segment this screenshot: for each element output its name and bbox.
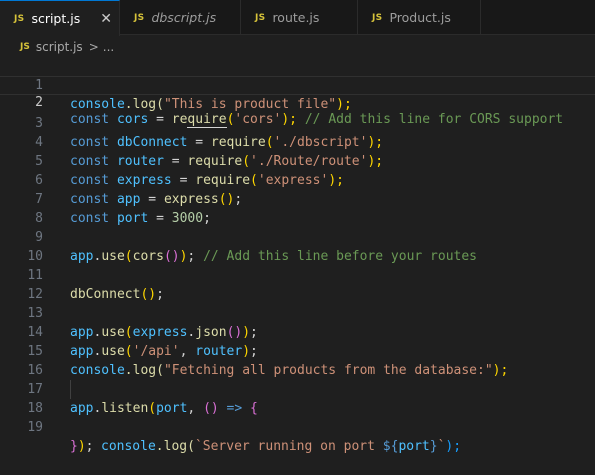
- tab-dbscript-js[interactable]: JS dbscript.js: [120, 0, 241, 35]
- tab-route-js[interactable]: JS route.js: [241, 0, 358, 35]
- code-line: 17 app.listen(port, () => {: [0, 361, 595, 416]
- code-line: 6 const app = express();: [0, 152, 595, 207]
- code-line: 10: [0, 228, 595, 264]
- tab-label: route.js: [272, 10, 320, 25]
- code-line: 7 const port = 3000;: [0, 171, 595, 226]
- code-line: 3 const dbConnect = require('./dbscript'…: [0, 95, 595, 150]
- code-text: console.log(`Server running on port ${po…: [101, 439, 462, 454]
- js-file-icon: JS: [20, 42, 30, 52]
- code-line: 12: [0, 266, 595, 302]
- code-editor[interactable]: 1 console.log("This is product file"); 2…: [0, 57, 595, 465]
- editor-tab-bar: JS script.js ✕ JS dbscript.js JS route.j…: [0, 0, 595, 36]
- code-line: 8: [0, 190, 595, 226]
- breadcrumb-symbols[interactable]: ...: [103, 40, 114, 54]
- code-line: 18 console.log(`Server running on port $…: [0, 380, 595, 454]
- code-line: 15 console.log("Fetching all products fr…: [0, 323, 595, 378]
- code-line: 14 app.use('/api', router);: [0, 304, 595, 359]
- code-line: 19 });: [0, 399, 595, 454]
- js-file-icon: JS: [255, 12, 266, 23]
- breadcrumb-file[interactable]: script.js: [36, 40, 83, 54]
- js-file-icon: JS: [134, 12, 145, 23]
- indent-guide: [70, 380, 71, 399]
- code-line: 5 const express = require('express');: [0, 133, 595, 188]
- chevron-right-icon: >: [88, 40, 99, 54]
- js-file-icon: JS: [372, 12, 383, 23]
- code-text: });: [70, 439, 94, 454]
- js-file-icon: JS: [14, 13, 25, 24]
- tab-label: Product.js: [389, 10, 451, 25]
- code-line: 9 app.use(cors()); // Add this line befo…: [0, 209, 595, 264]
- code-line-current: 2 const cors = require('cors'); // Add t…: [0, 76, 595, 128]
- code-line: 13 app.use(express.json());: [0, 285, 595, 340]
- tab-script-js[interactable]: JS script.js ✕: [0, 0, 120, 36]
- code-line: 16: [0, 342, 595, 378]
- tab-product-js[interactable]: JS Product.js: [358, 0, 481, 35]
- breadcrumb: JS script.js > ...: [0, 36, 595, 58]
- tab-label: script.js: [31, 11, 81, 26]
- code-line: 1 console.log("This is product file");: [0, 57, 595, 112]
- code-line: 4 const router = require('./Route/route'…: [0, 114, 595, 169]
- tab-label: dbscript.js: [151, 10, 217, 25]
- code-line: 11 dbConnect();: [0, 247, 595, 302]
- close-icon[interactable]: ✕: [100, 11, 112, 27]
- line-number: 19: [27, 420, 43, 435]
